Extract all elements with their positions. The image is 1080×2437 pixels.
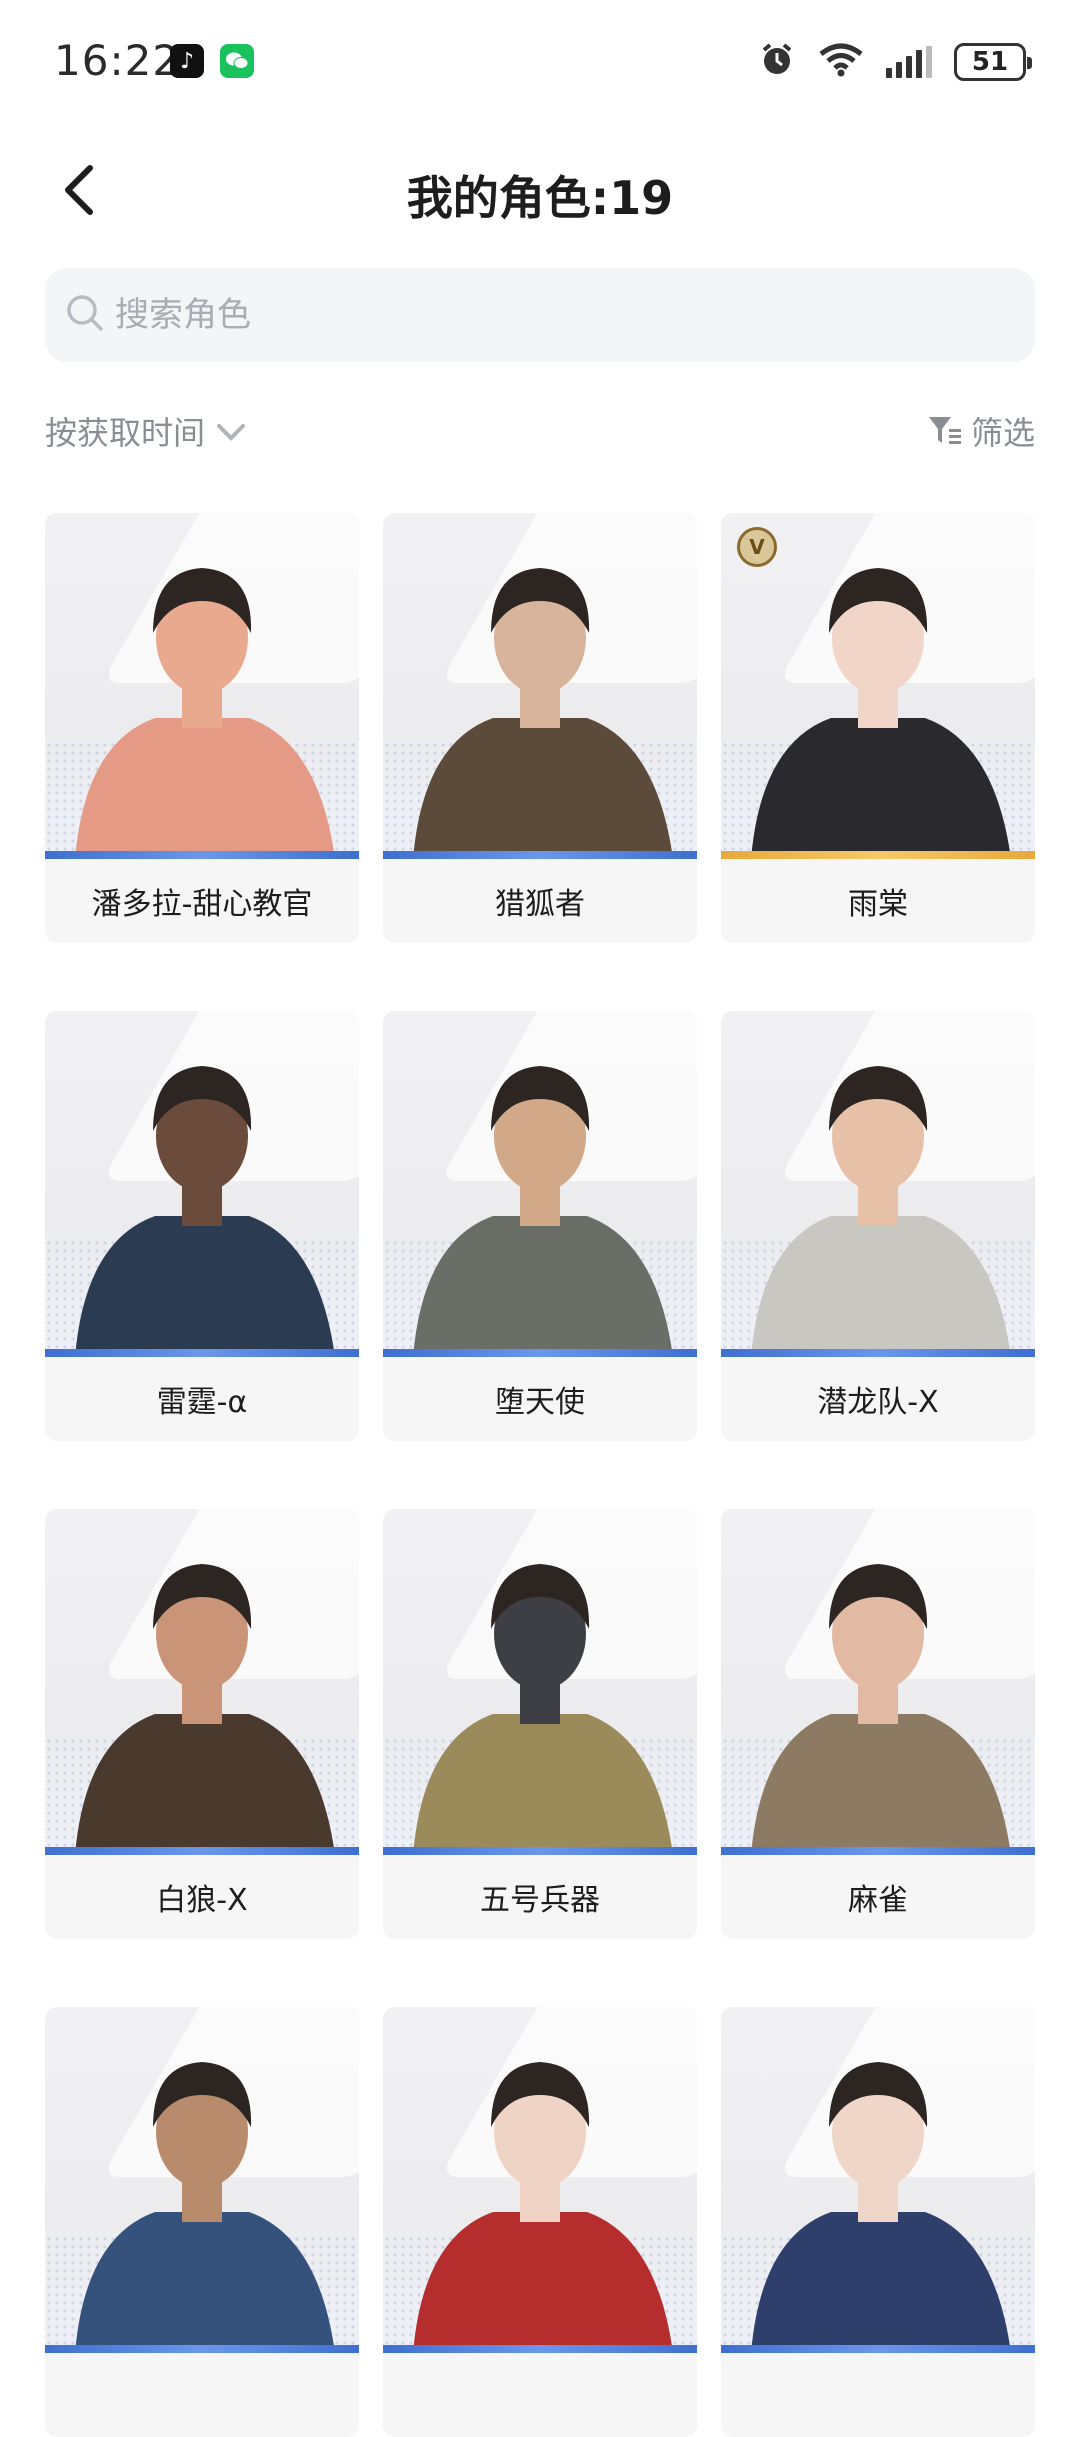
character-figure <box>413 2062 673 2353</box>
character-portrait <box>383 1011 697 1357</box>
character-figure <box>751 1066 1011 1357</box>
rarity-bar <box>721 851 1035 859</box>
character-figure <box>413 1066 673 1357</box>
character-portrait <box>45 1509 359 1855</box>
page-title: 我的角色:19 <box>406 171 674 225</box>
character-name: 潘多拉-甜心教官 <box>45 859 359 943</box>
character-name: 堕天使 <box>383 1357 697 1441</box>
character-card[interactable]: 堕天使 <box>383 1011 697 1441</box>
character-card[interactable]: 白狼-X <box>45 1509 359 1939</box>
status-time: 16:22 <box>54 36 181 85</box>
character-card[interactable]: V 雨棠 <box>721 513 1035 943</box>
tiktok-icon: ♪ <box>170 44 204 78</box>
character-figure <box>75 2062 335 2353</box>
character-name: 五号兵器 <box>383 1855 697 1939</box>
character-grid: 潘多拉-甜心教官 猎狐者 V 雨棠雷霆-α 堕天使 潜龙队-X 白狼-X 五号兵器 麻雀 <box>45 513 1037 2437</box>
character-name: 猎狐者 <box>383 859 697 943</box>
character-card[interactable]: 雷霆-α <box>45 1011 359 1441</box>
alarm-icon <box>758 41 796 83</box>
rarity-bar <box>721 1847 1035 1855</box>
wifi-icon <box>818 42 864 82</box>
character-card[interactable] <box>721 2007 1035 2437</box>
character-card[interactable]: 潘多拉-甜心教官 <box>45 513 359 943</box>
character-name: 雷霆-α <box>45 1357 359 1441</box>
character-figure <box>413 568 673 859</box>
character-figure <box>751 2062 1011 2353</box>
chevron-down-icon <box>217 424 246 441</box>
rarity-bar <box>721 2345 1035 2353</box>
search-icon <box>65 293 105 337</box>
character-portrait <box>45 513 359 859</box>
sort-label: 按获取时间 <box>45 414 206 452</box>
character-card[interactable] <box>45 2007 359 2437</box>
nav-bar: 我的角色:19 <box>0 140 1080 240</box>
rarity-bar <box>383 851 697 859</box>
character-card[interactable]: 潜龙队-X <box>721 1011 1035 1441</box>
character-portrait <box>383 1509 697 1855</box>
character-portrait <box>383 513 697 859</box>
status-bar: 16:22 ♪ 51 <box>0 0 1080 120</box>
battery-indicator: 51 <box>954 43 1032 81</box>
rarity-bar <box>383 1349 697 1357</box>
character-figure <box>75 1564 335 1855</box>
status-icons: 51 <box>758 40 1032 84</box>
filter-label: 筛选 <box>970 414 1035 452</box>
filter-icon <box>928 417 961 444</box>
character-portrait <box>45 2007 359 2353</box>
rarity-bar <box>383 2345 697 2353</box>
character-card[interactable]: 五号兵器 <box>383 1509 697 1939</box>
character-name: 潜龙队-X <box>721 1357 1035 1441</box>
rarity-bar <box>45 851 359 859</box>
sort-dropdown[interactable]: 按获取时间 <box>45 408 251 454</box>
character-figure <box>413 1564 673 1855</box>
signal-icon <box>886 46 932 78</box>
character-card[interactable]: 猎狐者 <box>383 513 697 943</box>
rarity-bar <box>45 2345 359 2353</box>
rarity-bar <box>721 1349 1035 1357</box>
character-name: 白狼-X <box>45 1855 359 1939</box>
rarity-bar <box>45 1349 359 1357</box>
character-portrait <box>45 1011 359 1357</box>
character-card[interactable]: 麻雀 <box>721 1509 1035 1939</box>
character-name <box>383 2353 697 2437</box>
character-portrait <box>721 1509 1035 1855</box>
search-input[interactable] <box>115 295 965 335</box>
character-figure <box>751 1564 1011 1855</box>
character-name: 麻雀 <box>721 1855 1035 1939</box>
character-figure <box>751 568 1011 859</box>
character-card[interactable] <box>383 2007 697 2437</box>
search-box[interactable] <box>45 268 1035 362</box>
filter-button[interactable]: 筛选 <box>927 408 1035 454</box>
character-figure <box>75 1066 335 1357</box>
character-portrait <box>721 2007 1035 2353</box>
character-figure <box>75 568 335 859</box>
character-portrait <box>383 2007 697 2353</box>
wechat-icon <box>220 44 254 78</box>
character-name: 雨棠 <box>721 859 1035 943</box>
rarity-bar <box>45 1847 359 1855</box>
sort-filter-row: 按获取时间 筛选 <box>45 400 1035 460</box>
character-portrait: V <box>721 513 1035 859</box>
character-portrait <box>721 1011 1035 1357</box>
character-name <box>721 2353 1035 2437</box>
character-name <box>45 2353 359 2437</box>
rarity-bar <box>383 1847 697 1855</box>
vip-badge-icon: V <box>737 527 777 567</box>
